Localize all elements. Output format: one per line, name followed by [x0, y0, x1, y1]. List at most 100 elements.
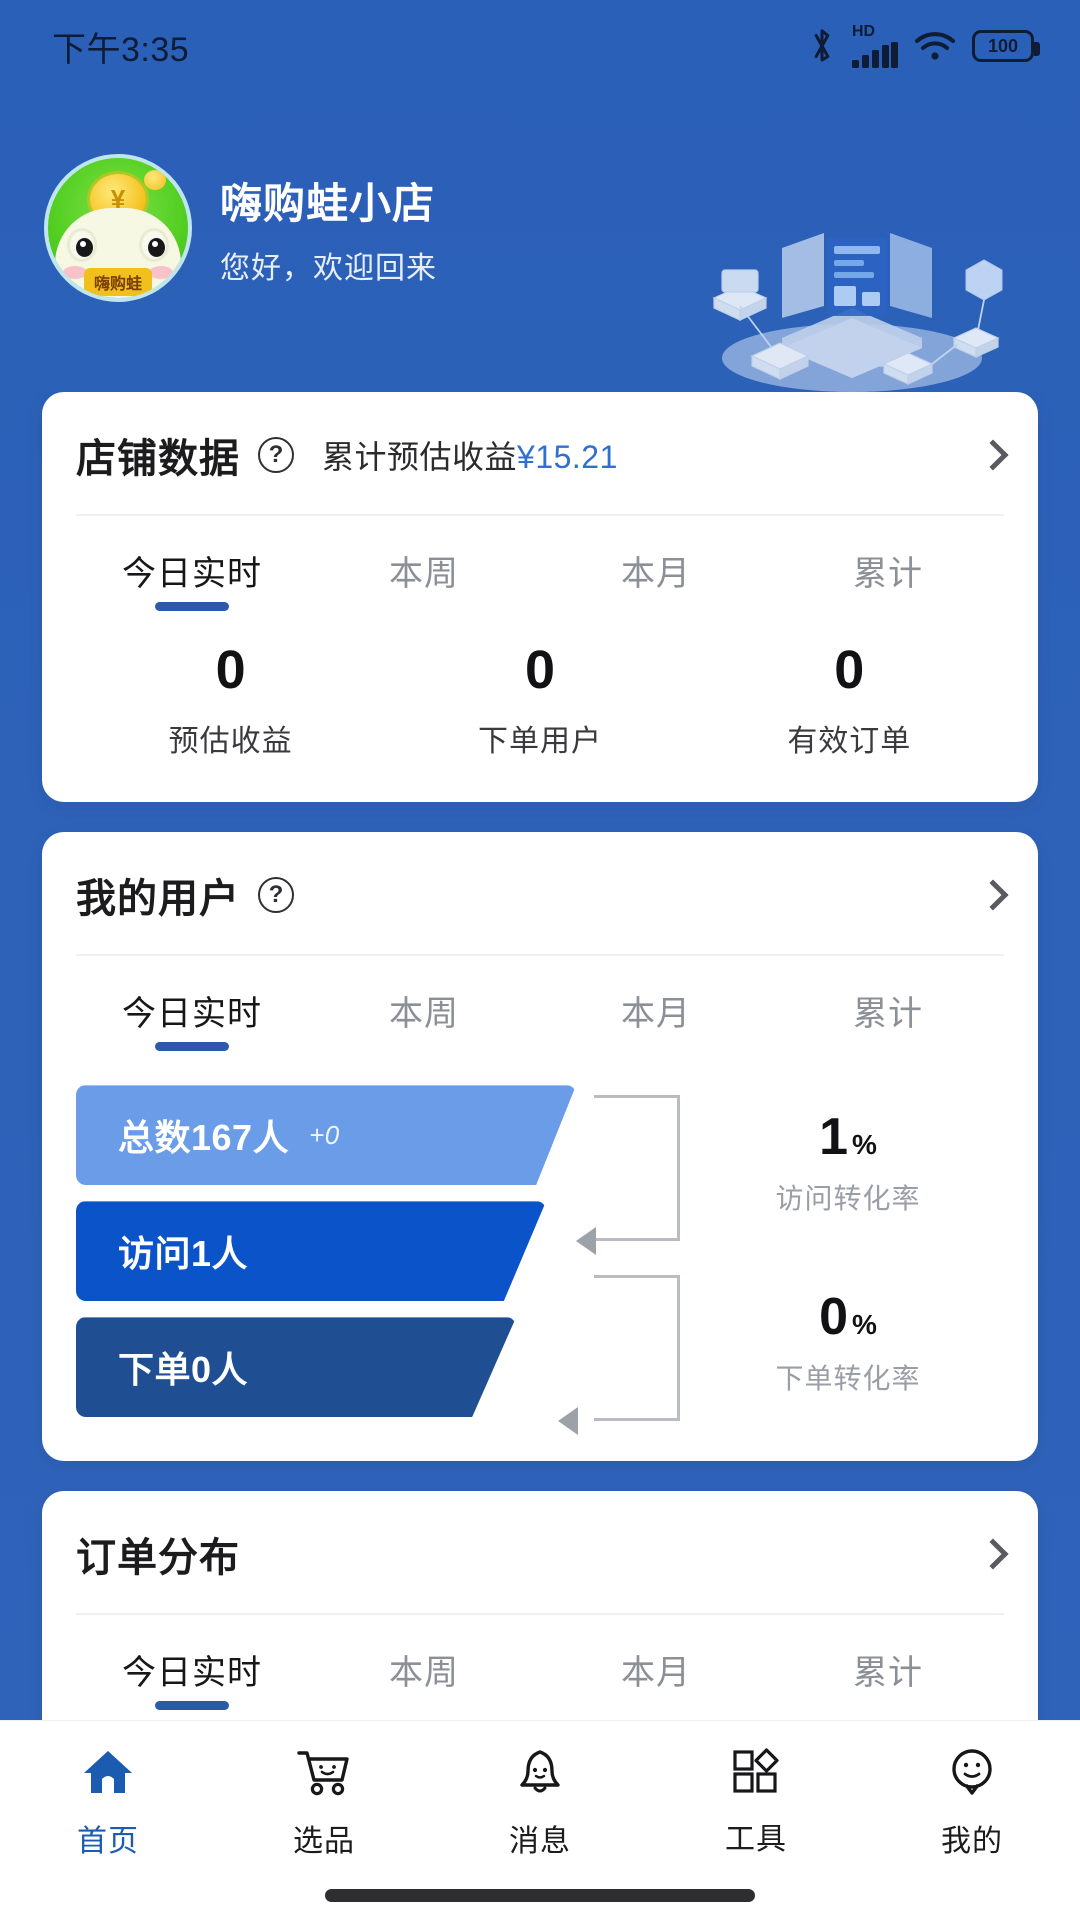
tab-orders-week[interactable]: 本周 — [308, 1645, 540, 1710]
bluetooth-icon — [808, 27, 836, 65]
nav-label: 首页 — [77, 1825, 139, 1858]
my-users-header[interactable]: 我的用户 ? — [76, 832, 1009, 957]
stat-label: 预估收益 — [168, 725, 293, 759]
funnel-connector-2 — [594, 1275, 680, 1422]
greeting-text: 您好，欢迎回来 — [220, 251, 437, 285]
store-name: 嗨购蛙小店 — [220, 179, 436, 227]
my-users-card: 我的用户 ? 今日实时 本周 本月 累计 总数167人 +0 访问1人 下单0人… — [42, 832, 1038, 1462]
store-profile[interactable]: 嗨购蛙 嗨购蛙小店 您好，欢迎回来 — [44, 154, 1080, 302]
frog-eye-left — [67, 228, 97, 262]
order-distribution-card: 订单分布 今日实时 本周 本月 累计 总订单0笔 按平台 按品类 按来源 — [42, 1491, 1038, 1720]
hd-label: HD — [852, 23, 876, 40]
conversion-number: 1 — [819, 1108, 848, 1167]
frog-cheek-right — [149, 266, 173, 279]
nav-item-messages[interactable]: 消息 — [432, 1747, 648, 1860]
stat-label: 有效订单 — [787, 725, 912, 759]
avatar-brand-tag: 嗨购蛙 — [83, 268, 153, 296]
conversion-label: 下单转化率 — [775, 1363, 921, 1395]
tab-orders-month[interactable]: 本月 — [540, 1645, 772, 1710]
nav-label: 选品 — [293, 1825, 355, 1858]
chevron-right-icon[interactable] — [977, 439, 1009, 471]
question-mark-icon[interactable]: ? — [258, 437, 294, 473]
cumulative-earnings-amount: ¥15.21 — [517, 439, 618, 475]
question-mark-icon[interactable]: ? — [258, 877, 294, 914]
home-indicator — [325, 1889, 755, 1902]
conversion-order: 0% 下单转化率 — [698, 1291, 998, 1397]
tab-users-week[interactable]: 本周 — [308, 986, 540, 1051]
content-scroll[interactable]: 店铺数据 ? 累计预估收益¥15.21 今日实时 本周 本月 累计 0 预估收益 — [0, 392, 1080, 1720]
funnel-conversions: 1% 访问转化率 0% 下单转化率 — [558, 1085, 1004, 1436]
funnel-arrow-1 — [576, 1227, 596, 1256]
order-distribution-controls: 总订单0笔 按平台 按品类 按来源 — [76, 1710, 1004, 1720]
nav-label: 消息 — [509, 1825, 571, 1858]
stat-value: 0 — [524, 640, 556, 700]
chevron-right-icon[interactable] — [977, 1538, 1009, 1570]
conversion-value: 0% — [698, 1291, 998, 1343]
order-distribution-header[interactable]: 订单分布 — [76, 1491, 1009, 1616]
store-data-stats: 0 预估收益 0 下单用户 0 有效订单 — [76, 611, 1004, 802]
coin-small-icon — [144, 170, 166, 190]
funnel-connector-1 — [594, 1095, 680, 1242]
funnel-bar-label: 访问1人 — [118, 1233, 249, 1275]
store-data-card: 店铺数据 ? 累计预估收益¥15.21 今日实时 本周 本月 累计 0 预估收益 — [42, 392, 1038, 803]
order-distribution-title: 订单分布 — [76, 1536, 240, 1581]
funnel-arrow-2 — [558, 1407, 578, 1436]
battery-level: 100 — [987, 35, 1019, 56]
nav-label: 我的 — [941, 1825, 1003, 1858]
hero-header: 嗨购蛙 嗨购蛙小店 您好，欢迎回来 — [0, 92, 1080, 392]
nav-item-profile[interactable]: 我的 — [864, 1747, 1080, 1860]
bell-icon — [514, 1747, 566, 1802]
percent-symbol: % — [852, 1309, 877, 1341]
conversion-number: 0 — [819, 1288, 848, 1347]
conversion-value: 1% — [698, 1111, 998, 1163]
nav-item-selection[interactable]: 选品 — [216, 1747, 432, 1860]
store-identity: 嗨购蛙小店 您好，欢迎回来 — [220, 170, 437, 287]
tab-orders-total[interactable]: 累计 — [772, 1645, 1004, 1710]
cumulative-earnings-label: 累计预估收益 — [322, 439, 518, 475]
funnel-bars: 总数167人 +0 访问1人 下单0人 — [76, 1085, 576, 1418]
home-icon — [81, 1747, 135, 1802]
cumulative-earnings: 累计预估收益¥15.21 — [322, 432, 618, 478]
status-time: 下午3:35 — [52, 30, 190, 69]
conversion-visit: 1% 访问转化率 — [698, 1111, 998, 1217]
avatar[interactable]: 嗨购蛙 — [44, 154, 192, 302]
status-bar: 下午3:35 HD 100 — [0, 0, 1080, 92]
chevron-right-icon[interactable] — [977, 879, 1009, 911]
funnel-bar-visits: 访问1人 — [76, 1201, 546, 1302]
store-data-tabs[interactable]: 今日实时 本周 本月 累计 — [76, 516, 1004, 611]
percent-symbol: % — [852, 1129, 877, 1161]
my-users-tabs[interactable]: 今日实时 本周 本月 累计 — [76, 956, 1004, 1051]
user-funnel-chart: 总数167人 +0 访问1人 下单0人 1% 访问转化率 0 % 下单转化率 — [76, 1051, 1004, 1461]
tab-store-month[interactable]: 本月 — [540, 546, 772, 611]
frog-eye-right — [139, 228, 169, 262]
funnel-bar-label: 下单0人 — [118, 1349, 249, 1391]
funnel-delta: +0 — [309, 1119, 340, 1150]
bottom-navigation: 首页 选品 消息 工具 我的 — [0, 1720, 1080, 1920]
stat-estimated-earnings: 0 预估收益 — [76, 640, 385, 760]
stat-label: 下单用户 — [477, 725, 602, 759]
app-root: 下午3:35 HD 100 ¥ 嗨购蛙 嗨购蛙小店 您好，欢迎回来 店铺数据 ?… — [0, 0, 1080, 1920]
funnel-bar-orders: 下单0人 — [76, 1317, 516, 1418]
grid-tools-icon — [730, 1747, 782, 1800]
order-distribution-tabs[interactable]: 今日实时 本周 本月 累计 — [76, 1615, 1004, 1710]
wifi-icon — [914, 30, 956, 62]
nav-label: 工具 — [725, 1823, 787, 1856]
nav-item-home[interactable]: 首页 — [0, 1747, 216, 1860]
tab-orders-today[interactable]: 今日实时 — [76, 1645, 308, 1710]
tab-store-today[interactable]: 今日实时 — [76, 546, 308, 611]
shopping-cart-icon — [295, 1747, 353, 1802]
battery-icon: 100 — [972, 30, 1040, 62]
tab-users-today[interactable]: 今日实时 — [76, 986, 308, 1051]
tab-store-week[interactable]: 本周 — [308, 546, 540, 611]
nav-item-tools[interactable]: 工具 — [648, 1747, 864, 1858]
tab-users-total[interactable]: 累计 — [772, 986, 1004, 1051]
tab-store-total[interactable]: 累计 — [772, 546, 1004, 611]
profile-chat-icon — [946, 1747, 998, 1802]
store-data-title: 店铺数据 — [76, 437, 240, 481]
stat-valid-orders: 0 有效订单 — [695, 640, 1004, 760]
my-users-title: 我的用户 — [76, 877, 240, 922]
stat-ordering-users: 0 下单用户 — [385, 640, 694, 760]
stat-value: 0 — [834, 640, 865, 700]
tab-users-month[interactable]: 本月 — [540, 986, 772, 1051]
status-icons: HD 100 — [808, 23, 1040, 68]
